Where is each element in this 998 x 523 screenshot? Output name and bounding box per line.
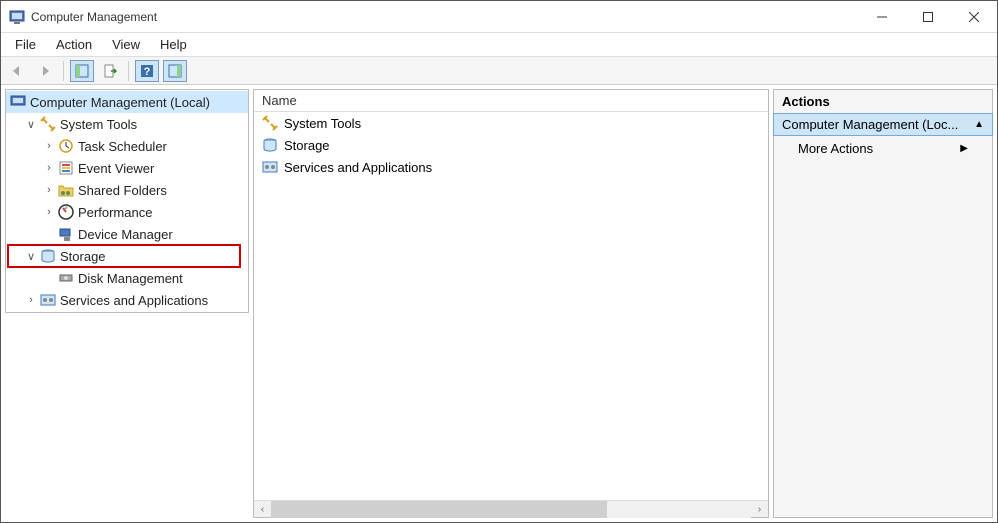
show-hide-tree-button[interactable] (70, 60, 94, 82)
list-item-storage[interactable]: Storage (254, 134, 768, 156)
computer-management-window: Computer Management File Action View Hel… (0, 0, 998, 523)
tree-item-storage[interactable]: ∨ Storage (6, 245, 248, 267)
collapse-icon[interactable]: ∨ (24, 250, 38, 263)
titlebar: Computer Management (1, 1, 997, 33)
content-area: Computer Management (Local) ∨ System Too… (1, 85, 997, 522)
tree-label: Performance (78, 205, 152, 220)
list-body[interactable]: System Tools Storage Services and Applic… (254, 112, 768, 500)
export-list-button[interactable] (98, 60, 122, 82)
maximize-button[interactable] (905, 2, 951, 32)
clock-icon (58, 138, 74, 154)
toolbar: ? (1, 57, 997, 85)
storage-icon (40, 248, 56, 264)
expand-icon[interactable]: › (42, 140, 56, 152)
tree-item-event-viewer[interactable]: › Event Viewer (6, 157, 248, 179)
event-viewer-icon (58, 160, 74, 176)
window-controls (859, 2, 997, 32)
storage-icon (262, 137, 278, 153)
menu-action[interactable]: Action (46, 35, 102, 54)
help-button[interactable]: ? (135, 60, 159, 82)
services-apps-icon (262, 159, 278, 175)
list-item-label: System Tools (284, 116, 361, 131)
performance-icon: ⊘ (58, 204, 74, 220)
services-apps-icon (40, 292, 56, 308)
tree-label: Task Scheduler (78, 139, 167, 154)
tree-label: Storage (60, 249, 106, 264)
svg-text:?: ? (144, 66, 151, 78)
expand-icon[interactable]: › (42, 206, 56, 218)
actions-item-label: More Actions (798, 141, 873, 156)
list-item-services-apps[interactable]: Services and Applications (254, 156, 768, 178)
tree-item-services-apps[interactable]: › Services and Applications (6, 289, 248, 311)
tree-label: Computer Management (Local) (30, 95, 210, 110)
device-manager-icon (58, 226, 74, 242)
expand-icon[interactable]: › (42, 184, 56, 196)
tree-label: Disk Management (78, 271, 183, 286)
column-header-name[interactable]: Name (254, 90, 768, 112)
collapse-icon[interactable]: ∨ (24, 118, 38, 131)
tree-label: Device Manager (78, 227, 173, 242)
forward-button[interactable] (33, 60, 57, 82)
expand-icon[interactable]: › (24, 294, 38, 306)
scroll-left-icon[interactable]: ‹ (254, 501, 271, 518)
back-button[interactable] (5, 60, 29, 82)
tree-label: System Tools (60, 117, 137, 132)
console-tree[interactable]: Computer Management (Local) ∨ System Too… (5, 89, 249, 313)
show-hide-action-pane-button[interactable] (163, 60, 187, 82)
horizontal-scrollbar[interactable]: ‹ › (254, 500, 768, 517)
svg-text:⊘: ⊘ (64, 205, 67, 210)
list-item-label: Storage (284, 138, 330, 153)
list-item-system-tools[interactable]: System Tools (254, 112, 768, 134)
window-title: Computer Management (31, 10, 859, 24)
actions-item-more[interactable]: More Actions ▶ (774, 135, 992, 162)
collapse-triangle-icon: ▲ (974, 119, 984, 130)
tree-item-disk-management[interactable]: Disk Management (6, 267, 248, 289)
app-icon (9, 9, 25, 25)
tools-icon (262, 115, 278, 131)
actions-section-header[interactable]: Computer Management (Loc... ▲ (773, 113, 993, 136)
menu-help[interactable]: Help (150, 35, 197, 54)
close-button[interactable] (951, 2, 997, 32)
scroll-thumb[interactable] (271, 501, 607, 518)
tree-label: Shared Folders (78, 183, 167, 198)
menubar: File Action View Help (1, 33, 997, 57)
computer-icon (10, 94, 26, 110)
result-pane: Name System Tools Storage Services and A… (253, 89, 769, 518)
tree-item-system-tools[interactable]: ∨ System Tools (6, 113, 248, 135)
actions-pane-title: Actions (774, 90, 992, 114)
submenu-triangle-icon: ▶ (960, 143, 968, 154)
tree-item-device-manager[interactable]: Device Manager (6, 223, 248, 245)
tree-item-root[interactable]: Computer Management (Local) (6, 91, 248, 113)
actions-section-label: Computer Management (Loc... (782, 117, 958, 132)
minimize-button[interactable] (859, 2, 905, 32)
list-item-label: Services and Applications (284, 160, 432, 175)
scroll-right-icon[interactable]: › (751, 501, 768, 518)
shared-folders-icon (58, 182, 74, 198)
menu-view[interactable]: View (102, 35, 150, 54)
tree-item-performance[interactable]: › ⊘ Performance (6, 201, 248, 223)
menu-file[interactable]: File (5, 35, 46, 54)
scroll-track[interactable] (271, 501, 751, 518)
tree-label: Services and Applications (60, 293, 208, 308)
expand-icon[interactable]: › (42, 162, 56, 174)
tree-item-shared-folders[interactable]: › Shared Folders (6, 179, 248, 201)
tree-label: Event Viewer (78, 161, 154, 176)
actions-pane: Actions Computer Management (Loc... ▲ Mo… (773, 89, 993, 518)
tree-item-task-scheduler[interactable]: › Task Scheduler (6, 135, 248, 157)
disk-management-icon (58, 270, 74, 286)
tools-icon (40, 116, 56, 132)
